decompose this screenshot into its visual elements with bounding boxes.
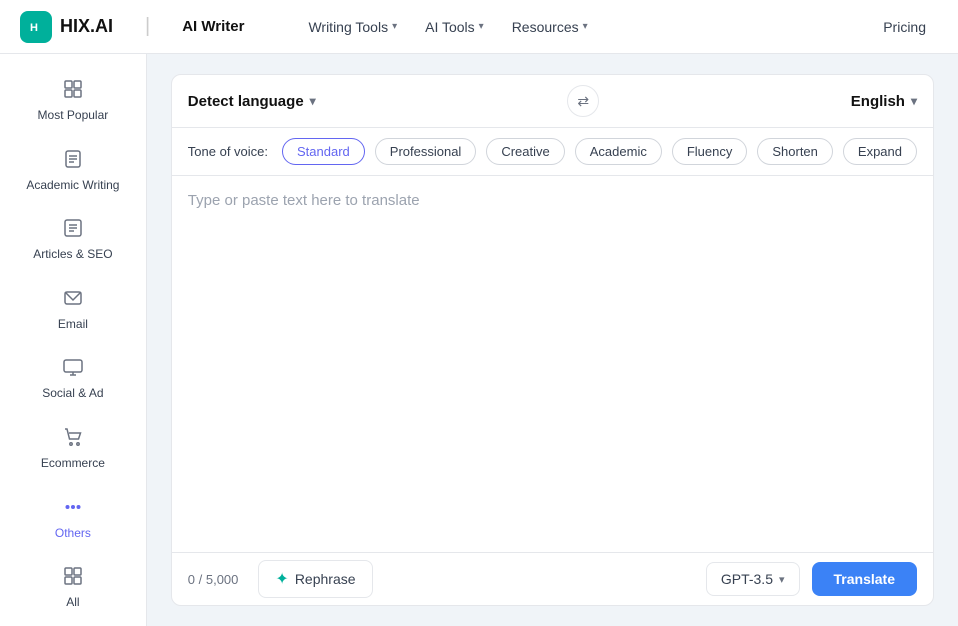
swap-icon: ⇄: [577, 93, 589, 110]
sidebar: Most Popular Academic Writing: [0, 54, 147, 626]
sidebar-item-most-popular[interactable]: Most Popular: [8, 68, 138, 134]
tone-standard-button[interactable]: Standard: [282, 138, 365, 165]
bottom-bar: 0 / 5,000 ✦ Rephrase GPT-3.5 ▾ Translate: [171, 552, 934, 606]
others-icon: [62, 496, 84, 522]
char-count: 0 / 5,000: [188, 572, 239, 587]
hix-logo-icon: H: [20, 11, 52, 43]
sidebar-others-label: Others: [55, 526, 91, 542]
sidebar-ecommerce-label: Ecommerce: [41, 456, 105, 472]
sidebar-articles-label: Articles & SEO: [33, 247, 112, 263]
articles-icon: [62, 217, 84, 243]
text-input-area[interactable]: Type or paste text here to translate: [171, 176, 934, 552]
sidebar-most-popular-label: Most Popular: [38, 108, 109, 124]
all-grid-icon: [62, 565, 84, 591]
monitor-icon: [62, 356, 84, 382]
translate-button[interactable]: Translate: [812, 562, 917, 596]
sidebar-item-others[interactable]: Others: [8, 486, 138, 552]
chevron-down-icon: ▾: [479, 21, 484, 32]
target-language-selector[interactable]: English ▾: [851, 93, 917, 110]
text-placeholder: Type or paste text here to translate: [188, 192, 420, 209]
nav-links: Writing Tools ▾ AI Tools ▾ Resources ▾: [296, 13, 599, 41]
source-language-selector[interactable]: Detect language ▾: [188, 93, 316, 110]
target-lang-chevron-icon: ▾: [911, 94, 917, 108]
gpt-version-selector[interactable]: GPT-3.5 ▾: [706, 562, 800, 596]
main-layout: Most Popular Academic Writing: [0, 54, 958, 626]
svg-text:H: H: [30, 22, 38, 34]
nav-ai-tools[interactable]: AI Tools ▾: [413, 13, 496, 41]
tone-shorten-button[interactable]: Shorten: [757, 138, 833, 165]
sidebar-all-label: All: [66, 595, 79, 611]
nav-writing-tools[interactable]: Writing Tools ▾: [296, 13, 409, 41]
sidebar-email-label: Email: [58, 317, 88, 333]
gpt-version-label: GPT-3.5: [721, 571, 773, 587]
sidebar-item-ecommerce[interactable]: Ecommerce: [8, 416, 138, 482]
brand-logo[interactable]: H HIX.AI: [20, 11, 113, 43]
tone-label: Tone of voice:: [188, 144, 268, 159]
source-lang-label: Detect language: [188, 93, 304, 110]
tone-professional-button[interactable]: Professional: [375, 138, 477, 165]
sidebar-item-email[interactable]: Email: [8, 277, 138, 343]
sidebar-social-label: Social & Ad: [42, 386, 103, 402]
swap-language-button[interactable]: ⇄: [567, 85, 599, 117]
sparkle-icon: ✦: [275, 569, 288, 589]
source-lang-chevron-icon: ▾: [310, 94, 316, 108]
sidebar-item-all[interactable]: All: [8, 555, 138, 621]
app-title: AI Writer: [182, 18, 244, 35]
tone-expand-button[interactable]: Expand: [843, 138, 917, 165]
translator-content: Detect language ▾ ⇄ English ▾ Tone of vo…: [147, 54, 958, 626]
cart-icon: [62, 426, 84, 452]
sidebar-item-articles-seo[interactable]: Articles & SEO: [8, 207, 138, 273]
target-lang-label: English: [851, 93, 905, 110]
brand-divider: |: [145, 15, 150, 38]
language-bar: Detect language ▾ ⇄ English ▾: [171, 74, 934, 128]
chevron-down-icon: ▾: [392, 21, 397, 32]
brand-name: HIX.AI: [60, 16, 113, 37]
nav-pricing[interactable]: Pricing: [871, 13, 938, 41]
sidebar-item-academic-writing[interactable]: Academic Writing: [8, 138, 138, 204]
rephrase-label: Rephrase: [295, 571, 356, 587]
tone-academic-button[interactable]: Academic: [575, 138, 662, 165]
nav-resources[interactable]: Resources ▾: [500, 13, 600, 41]
navbar: H HIX.AI | AI Writer Writing Tools ▾ AI …: [0, 0, 958, 54]
academic-icon: [62, 148, 84, 174]
grid-icon: [62, 78, 84, 104]
email-icon: [62, 287, 84, 313]
sidebar-item-social-ad[interactable]: Social & Ad: [8, 346, 138, 412]
gpt-chevron-icon: ▾: [779, 573, 785, 586]
tone-creative-button[interactable]: Creative: [486, 138, 564, 165]
tone-bar: Tone of voice: Standard Professional Cre…: [171, 128, 934, 176]
chevron-down-icon: ▾: [583, 21, 588, 32]
rephrase-button[interactable]: ✦ Rephrase: [258, 560, 372, 598]
tone-fluency-button[interactable]: Fluency: [672, 138, 748, 165]
sidebar-academic-label: Academic Writing: [26, 178, 119, 194]
